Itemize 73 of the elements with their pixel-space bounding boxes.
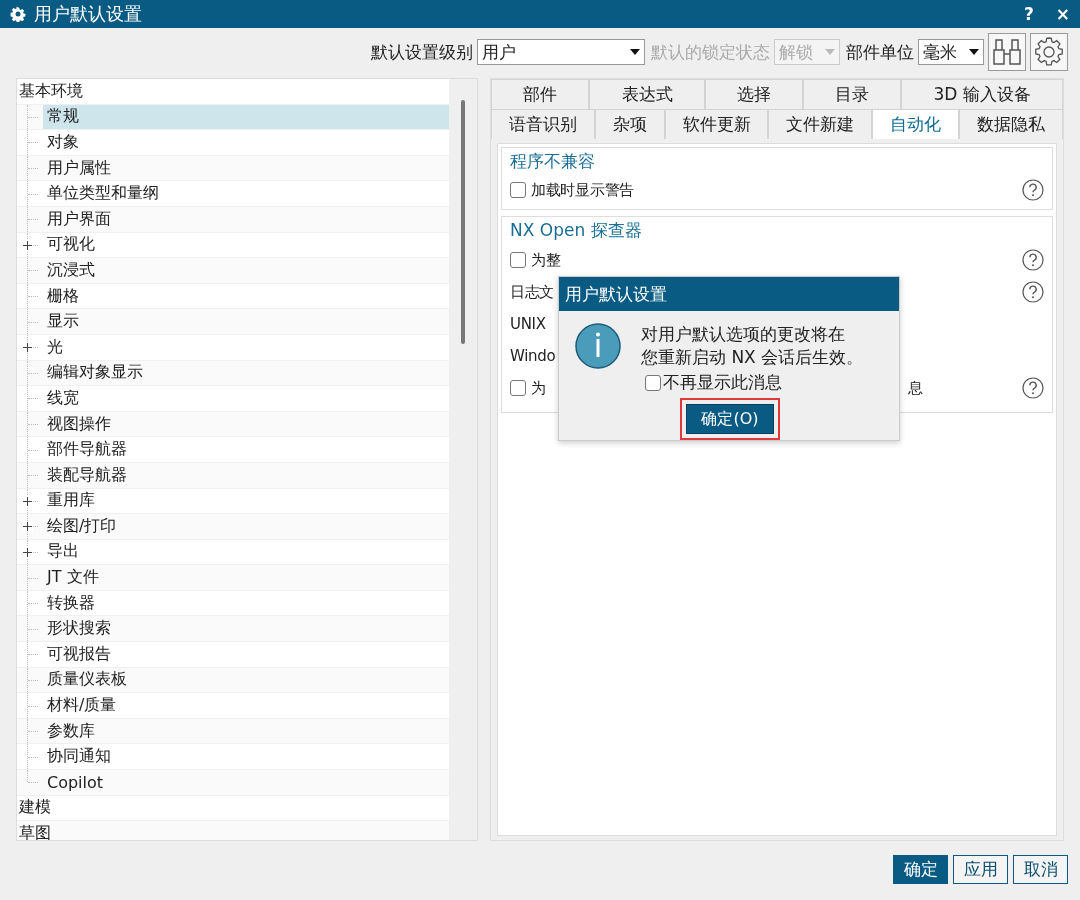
help-icon[interactable] <box>1022 281 1044 303</box>
setting-label: UNIX <box>510 315 546 333</box>
tab[interactable]: 表达式 <box>589 79 705 109</box>
dialog-button[interactable]: 取消 <box>1013 855 1068 884</box>
tree-item[interactable]: 建模 <box>17 795 55 821</box>
tab[interactable]: 选择 <box>704 79 804 109</box>
tree-item[interactable]: 栅格 <box>43 283 449 309</box>
tab[interactable]: 部件 <box>491 79 590 109</box>
help-icon[interactable] <box>1022 179 1044 201</box>
checkbox[interactable] <box>645 374 661 391</box>
tab[interactable]: 语音识别 <box>491 109 595 139</box>
dropdown[interactable]: 用户 <box>477 39 645 65</box>
info-icon <box>575 323 621 369</box>
tree-item[interactable]: 材料/质量 <box>43 693 449 718</box>
tree-item[interactable]: 协同通知 <box>43 744 449 770</box>
tab[interactable]: 杂项 <box>594 109 665 139</box>
tree-item[interactable]: 单位类型和量纲 <box>43 181 449 206</box>
setting-label: 日志文 <box>510 282 555 302</box>
caret-icon <box>825 49 835 55</box>
group-title: NX Open 探查器 <box>510 219 643 242</box>
tree-item[interactable]: 可视化 <box>43 232 449 258</box>
tab[interactable]: 文件新建 <box>768 109 873 139</box>
setting-label: Windo <box>510 347 556 365</box>
caret-icon <box>969 49 979 55</box>
tree-item[interactable]: 草图 <box>17 821 55 840</box>
dialog-button[interactable]: 确定 <box>893 855 948 884</box>
binoculars-button[interactable] <box>988 33 1026 71</box>
tab[interactable]: 自动化 <box>872 109 960 139</box>
dropdown[interactable]: 毫米 <box>918 39 984 65</box>
help-button[interactable]: ? <box>1023 4 1034 24</box>
expand-icon[interactable] <box>22 521 33 533</box>
binoculars-icon <box>991 36 1023 68</box>
tree-item[interactable]: 对象 <box>43 130 449 155</box>
tab[interactable]: 软件更新 <box>664 109 769 139</box>
checkbox[interactable] <box>510 380 526 396</box>
option-label: 不再显示此消息 <box>663 371 782 394</box>
tree-item[interactable]: 常规 <box>43 104 449 130</box>
tree-item[interactable]: 线宽 <box>43 386 449 411</box>
tab[interactable]: 目录 <box>803 79 902 109</box>
help-icon[interactable] <box>1022 249 1044 271</box>
expand-icon[interactable] <box>22 341 33 353</box>
dialog-title: 用户默认设置 <box>559 277 899 311</box>
checkbox[interactable] <box>510 252 526 268</box>
tree-item[interactable]: 光 <box>43 334 449 360</box>
dialog-button[interactable]: 应用 <box>953 855 1008 884</box>
dialog-message: 对用户默认选项的更改将在 您重新启动 NX 会话后生效。 <box>641 323 864 369</box>
tab[interactable]: 3D 输入设备 <box>901 79 1064 109</box>
ok-button[interactable]: 确定(O) <box>686 404 774 434</box>
option-label: 为整 <box>531 250 561 270</box>
checkbox[interactable] <box>510 182 526 198</box>
tree-item[interactable]: 导出 <box>43 539 449 565</box>
settings-button[interactable] <box>1030 33 1068 71</box>
scrollbar-thumb[interactable] <box>461 100 465 344</box>
setting-label: 息 <box>908 378 923 398</box>
tree-item[interactable]: 可视报告 <box>43 642 449 667</box>
field-label: 部件单位 <box>846 40 914 64</box>
caret-icon <box>630 49 640 55</box>
close-button[interactable]: × <box>1055 4 1070 24</box>
window-title: 用户默认设置 <box>34 2 143 26</box>
group-title: 程序不兼容 <box>510 150 596 173</box>
field-label: 默认的锁定状态 <box>651 40 770 64</box>
scrollbar[interactable] <box>449 79 477 840</box>
tree-item[interactable]: 部件导航器 <box>43 437 449 462</box>
tree-item[interactable]: 转换器 <box>43 590 449 616</box>
tree-item[interactable]: 基本环境 <box>17 79 87 104</box>
tree-item[interactable]: 重用库 <box>43 488 449 514</box>
settings-icon <box>1033 36 1065 68</box>
settings-icon <box>10 6 26 22</box>
help-icon[interactable] <box>1022 377 1044 399</box>
tab[interactable]: 数据隐私 <box>959 109 1063 139</box>
field-label: 默认设置级别 <box>371 40 473 64</box>
option-label: 为 <box>531 378 546 398</box>
option-label: 加载时显示警告 <box>531 180 634 200</box>
